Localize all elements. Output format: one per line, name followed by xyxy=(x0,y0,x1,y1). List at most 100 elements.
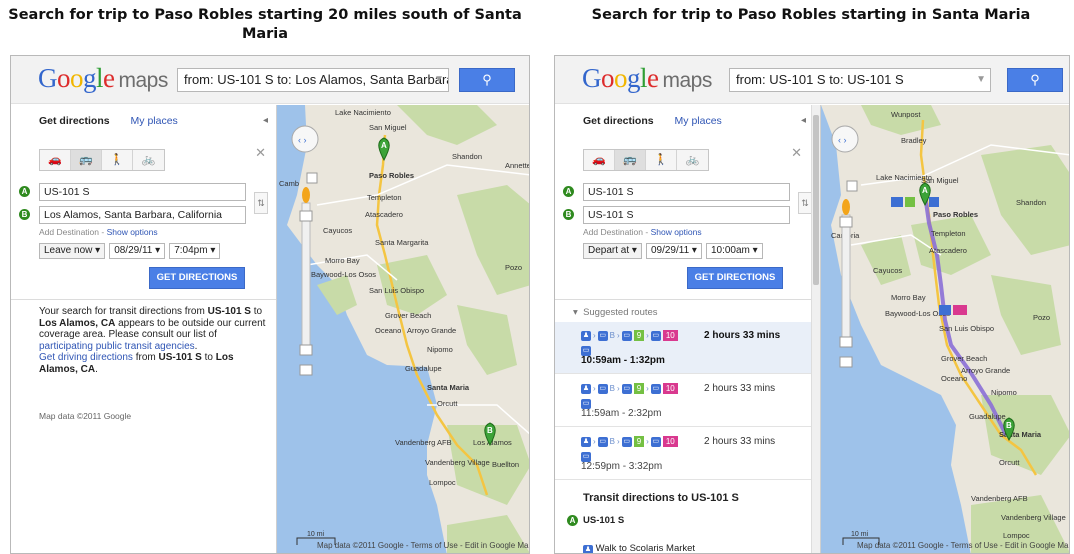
bus-icon: ▭ xyxy=(650,383,661,394)
google-maps-logo[interactable]: Google maps xyxy=(38,63,168,94)
right-maps-window: Google maps from: US-101 S to: US-101 S ▼ … xyxy=(554,55,1070,554)
driving-directions-link[interactable]: Get driving directions xyxy=(39,352,133,363)
map-label: Arroyo Grande xyxy=(961,366,1010,375)
directions-sidebar: Get directions My places ◂ 🚗 🚌 🚶 🚲 ✕ A U… xyxy=(11,105,277,553)
map-label: Vandenberg AFB xyxy=(971,494,1028,503)
car-icon[interactable]: 🚗 xyxy=(584,150,615,170)
date-field[interactable]: 08/29/11 ▾ xyxy=(109,243,166,259)
scrollbar-thumb[interactable] xyxy=(813,115,819,285)
marker-b-icon: B xyxy=(19,209,30,220)
route-times: 10:59am - 1:32pm xyxy=(581,355,665,366)
time-mode-select[interactable]: Leave now ▾ xyxy=(39,243,106,259)
route-duration: 2 hours 33 mins xyxy=(704,330,781,341)
route-option[interactable]: ♟ › ▭ B › ▭ 9 › ▭ 10 2 hours 33 mins ▭ 10:59am… xyxy=(555,322,813,374)
search-button[interactable]: ⚲ xyxy=(459,68,515,92)
walk-icon: ♟ xyxy=(581,330,591,341)
map-label: Camb xyxy=(279,179,299,188)
dropdown-arrow-icon[interactable]: ▼ xyxy=(976,69,986,91)
swap-icon[interactable]: ⇅ xyxy=(798,192,812,214)
map-label: Nipomo xyxy=(991,388,1017,397)
directions-sidebar: Get directions My places ◂ 🚗 🚌 🚶 🚲 ✕ A U… xyxy=(555,105,821,553)
suggested-routes-header[interactable]: ▾ Suggested routes xyxy=(573,307,658,318)
bike-icon[interactable]: 🚲 xyxy=(133,150,164,170)
map-footer: Map data ©2011 Google - Terms of Use - E… xyxy=(857,541,1069,550)
route-times: 12:59pm - 3:32pm xyxy=(581,461,663,472)
bike-icon[interactable]: 🚲 xyxy=(677,150,708,170)
map-label: Paso Robles xyxy=(369,171,414,180)
time-field[interactable]: 7:04pm ▾ xyxy=(169,243,221,259)
left-maps-window: Google maps from: US-101 S to: Los Alamos… xyxy=(10,55,530,554)
get-directions-button[interactable]: GET DIRECTIONS xyxy=(149,267,245,289)
map-view[interactable]: Lake Nacimiento San Miguel Shandon Paso … xyxy=(277,105,529,553)
car-icon[interactable]: 🚗 xyxy=(40,150,71,170)
origin-field[interactable]: US-101 S xyxy=(583,183,790,201)
route-option[interactable]: ♟ › ▭ B › ▭ 9 › ▭ 10 2 hours 33 mins ▭ 11:59am… xyxy=(555,375,813,427)
walk-icon[interactable]: 🚶 xyxy=(646,150,677,170)
transit-icon[interactable]: 🚌 xyxy=(71,150,102,170)
map-label: San Miguel xyxy=(369,123,407,132)
map-label: Grover Beach xyxy=(941,354,987,363)
svg-text:B: B xyxy=(1006,421,1012,430)
show-options-link[interactable]: Show options xyxy=(107,227,158,237)
destination-field[interactable]: Los Alamos, Santa Barbara, California xyxy=(39,206,246,224)
tab-my-places[interactable]: My places xyxy=(131,115,178,127)
svg-text:A: A xyxy=(922,186,928,195)
map-label: Morro Bay xyxy=(325,256,360,265)
close-icon[interactable]: ✕ xyxy=(791,145,802,161)
collapse-panel-icon[interactable]: ◂ xyxy=(263,115,268,126)
marker-a-icon: A xyxy=(19,186,30,197)
svg-text:10 mi: 10 mi xyxy=(851,531,869,538)
map-label: Santa Margarita xyxy=(375,238,429,247)
participating-agencies-link[interactable]: participating public transit agencies xyxy=(39,341,195,352)
search-input[interactable]: from: US-101 S to: Los Alamos, Santa Bar… xyxy=(177,68,449,92)
walk-icon: ♟ xyxy=(581,436,591,447)
search-icon: ⚲ xyxy=(1030,72,1040,87)
time-mode-select[interactable]: Depart at ▾ xyxy=(583,243,642,259)
tab-get-directions[interactable]: Get directions xyxy=(583,115,654,127)
divider xyxy=(555,299,820,300)
bus-icon: ▭ xyxy=(621,436,632,447)
map-label: Orcutt xyxy=(999,458,1020,467)
date-field[interactable]: 09/29/11 ▾ xyxy=(645,243,702,259)
walk-icon[interactable]: 🚶 xyxy=(102,150,133,170)
map-label: Pozo xyxy=(505,263,522,272)
origin-field[interactable]: US-101 S xyxy=(39,183,246,201)
map-view[interactable]: Wunpost Bradley Lake Nacimiento San Migu… xyxy=(821,105,1069,553)
add-destination-link[interactable]: Add Destination xyxy=(583,227,643,237)
tab-get-directions[interactable]: Get directions xyxy=(39,115,110,127)
map-label: Grover Beach xyxy=(385,311,431,320)
map-label: Guadalupe xyxy=(969,412,1006,421)
map-label: Nipomo xyxy=(427,345,453,354)
walk-step[interactable]: ♟ Walk to Scolaris Market xyxy=(583,543,695,553)
map-label: Pozo xyxy=(1033,313,1050,322)
bus-icon: ▭ xyxy=(650,436,661,447)
show-options-link[interactable]: Show options xyxy=(651,227,702,237)
marker-b-icon: B xyxy=(563,209,574,220)
walk-icon: ♟ xyxy=(583,545,593,553)
map-label: Lompoc xyxy=(1003,531,1030,540)
search-input[interactable]: from: US-101 S to: US-101 S ▼ xyxy=(729,68,991,92)
map-label: Guadalupe xyxy=(405,364,442,373)
map-label: Lompoc xyxy=(429,478,456,487)
svg-text:10 mi: 10 mi xyxy=(307,531,325,538)
time-field[interactable]: 10:00am ▾ xyxy=(705,243,763,259)
dropdown-arrow-icon[interactable]: ▼ xyxy=(434,69,444,91)
google-maps-logo[interactable]: Google maps xyxy=(582,63,712,94)
search-button[interactable]: ⚲ xyxy=(1007,68,1063,92)
svg-text:‹ ›: ‹ › xyxy=(838,135,847,145)
map-label: Morro Bay xyxy=(891,293,926,302)
swap-icon[interactable]: ⇅ xyxy=(254,192,268,214)
route-option[interactable]: ♟ › ▭ B › ▭ 9 › ▭ 10 2 hours 33 mins ▭ 12:59pm… xyxy=(555,428,813,480)
walk-icon: ♟ xyxy=(581,383,591,394)
collapse-panel-icon[interactable]: ◂ xyxy=(801,115,806,126)
close-icon[interactable]: ✕ xyxy=(255,145,266,161)
add-destination-link[interactable]: Add Destination xyxy=(39,227,99,237)
get-directions-button[interactable]: GET DIRECTIONS xyxy=(687,267,783,289)
travel-mode-selector: 🚗 🚌 🚶 🚲 xyxy=(39,149,165,171)
sidebar-scrollbar[interactable] xyxy=(811,105,820,553)
transit-icon[interactable]: 🚌 xyxy=(615,150,646,170)
bus-icon: ▭ xyxy=(597,436,608,447)
bus-icon: ▭ xyxy=(650,330,661,341)
tab-my-places[interactable]: My places xyxy=(675,115,722,127)
destination-field[interactable]: US-101 S xyxy=(583,206,790,224)
